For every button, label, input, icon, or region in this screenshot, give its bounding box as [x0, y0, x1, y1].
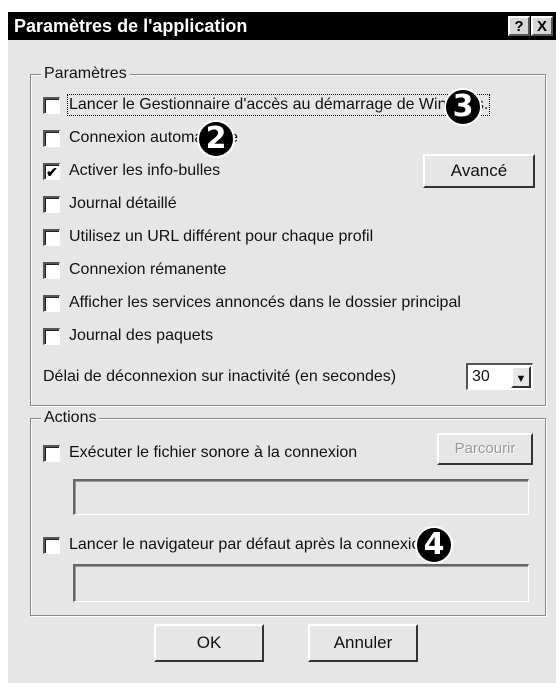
option-launch-at-startup[interactable]: Lancer le Gestionnaire d'accès au démarr… [43, 93, 491, 117]
ok-button[interactable]: OK [154, 624, 264, 662]
actions-group: Actions Exécuter le fichier sonore à la … [30, 409, 546, 616]
chevron-down-icon[interactable]: ▼ [511, 366, 531, 388]
option-persistent-connection[interactable]: Connexion rémanente [43, 258, 226, 282]
option-packet-log[interactable]: Journal des paquets [43, 324, 213, 348]
cancel-button[interactable]: Annuler [308, 624, 418, 662]
option-label: Journal des paquets [69, 327, 214, 344]
option-label: Utilisez un URL différent pour chaque pr… [69, 228, 374, 245]
option-label: Connexion rémanente [69, 261, 227, 278]
checkbox[interactable] [43, 261, 60, 279]
option-play-sound[interactable]: Exécuter le fichier sonore à la connexio… [43, 441, 357, 465]
application-settings-dialog: Paramètres de l'application ? X Paramètr… [6, 10, 556, 683]
callout-badge-4: 4 [415, 526, 453, 564]
option-label: Afficher les services annoncés dans le d… [69, 294, 461, 311]
sound-file-path-field[interactable] [73, 479, 529, 515]
option-label: Activer les info-bulles [69, 162, 221, 179]
callout-badge-3: 3 [444, 88, 482, 126]
inactivity-timeout-label: Délai de déconnexion sur inactivité (en … [43, 368, 397, 385]
settings-group-legend: Paramètres [41, 65, 130, 83]
option-tooltips[interactable]: ✔ Activer les info-bulles [43, 159, 220, 183]
browse-button[interactable]: Parcourir [437, 433, 533, 465]
checkbox[interactable] [43, 536, 60, 554]
checkbox[interactable] [43, 129, 60, 147]
checkbox[interactable] [43, 327, 60, 345]
option-url-per-profile[interactable]: Utilisez un URL différent pour chaque pr… [43, 225, 373, 249]
help-button[interactable]: ? [508, 16, 530, 36]
checkbox[interactable]: ✔ [43, 162, 60, 180]
option-detailed-log[interactable]: Journal détaillé [43, 192, 177, 216]
timeout-value: 30 [472, 368, 490, 385]
option-label: Journal détaillé [69, 195, 177, 212]
checkbox[interactable] [43, 444, 60, 462]
title-bar[interactable]: Paramètres de l'application ? X [8, 12, 556, 40]
checkbox[interactable] [43, 96, 60, 114]
option-launch-browser[interactable]: Lancer le navigateur par défaut après la… [43, 533, 429, 557]
close-button[interactable]: X [531, 16, 553, 36]
inactivity-timeout-select[interactable]: 30 ▼ [466, 363, 533, 390]
option-label: Lancer le navigateur par défaut après la… [69, 536, 430, 553]
actions-group-legend: Actions [41, 409, 100, 427]
checkbox[interactable] [43, 294, 60, 312]
browser-url-field[interactable] [73, 564, 529, 602]
checkbox[interactable] [43, 195, 60, 213]
option-label: Lancer le Gestionnaire d'accès au démarr… [66, 94, 491, 116]
window-title: Paramètres de l'application [14, 16, 248, 36]
option-show-announced-services[interactable]: Afficher les services annoncés dans le d… [43, 291, 461, 315]
option-label: Exécuter le fichier sonore à la connexio… [69, 444, 358, 461]
advanced-button[interactable]: Avancé [423, 154, 535, 188]
checkbox[interactable] [43, 228, 60, 246]
callout-badge-2: 2 [197, 120, 235, 158]
